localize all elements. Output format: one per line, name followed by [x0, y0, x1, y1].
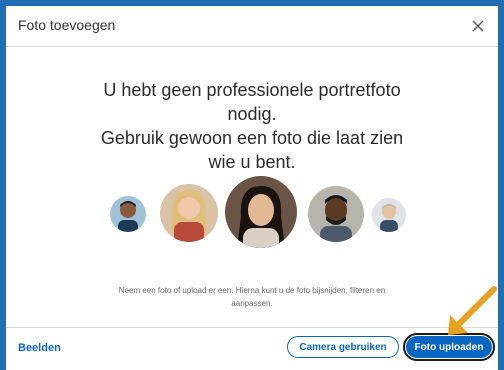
example-photos: [6, 176, 498, 264]
close-button[interactable]: [466, 14, 490, 38]
headline-line: wie u bent.: [208, 152, 296, 172]
dialog-title: Foto toevoegen: [18, 17, 116, 33]
instruction-line: Neem een foto of upload er een. Hierna k…: [118, 286, 386, 295]
headline-line: U hebt geen professionele portretfoto: [103, 80, 401, 100]
instruction-line: aanpassen.: [231, 299, 273, 308]
example-portrait-4: [308, 186, 364, 242]
dialog-header: Foto toevoegen: [6, 6, 498, 47]
example-portrait-5: [372, 198, 406, 232]
use-camera-button[interactable]: Camera gebruiken: [287, 336, 399, 358]
pointer-arrow-icon: [448, 286, 497, 335]
beelden-link[interactable]: Beelden: [18, 342, 61, 354]
add-photo-dialog: Foto toevoegen U hebt geen professionele…: [6, 6, 498, 370]
instruction-text: Neem een foto of upload er een. Hierna k…: [84, 284, 420, 310]
example-portrait-1: [110, 196, 146, 232]
close-icon: [472, 20, 484, 32]
headline-line: Gebruik gewoon een foto die laat zien: [100, 128, 404, 148]
headline: U hebt geen professionele portretfoto no…: [76, 78, 428, 174]
dialog-footer: Beelden Camera gebruiken Foto uploaden: [6, 327, 498, 370]
example-portrait-3: [225, 176, 297, 248]
headline-line: nodig.: [227, 104, 277, 124]
example-portrait-2: [160, 184, 218, 242]
